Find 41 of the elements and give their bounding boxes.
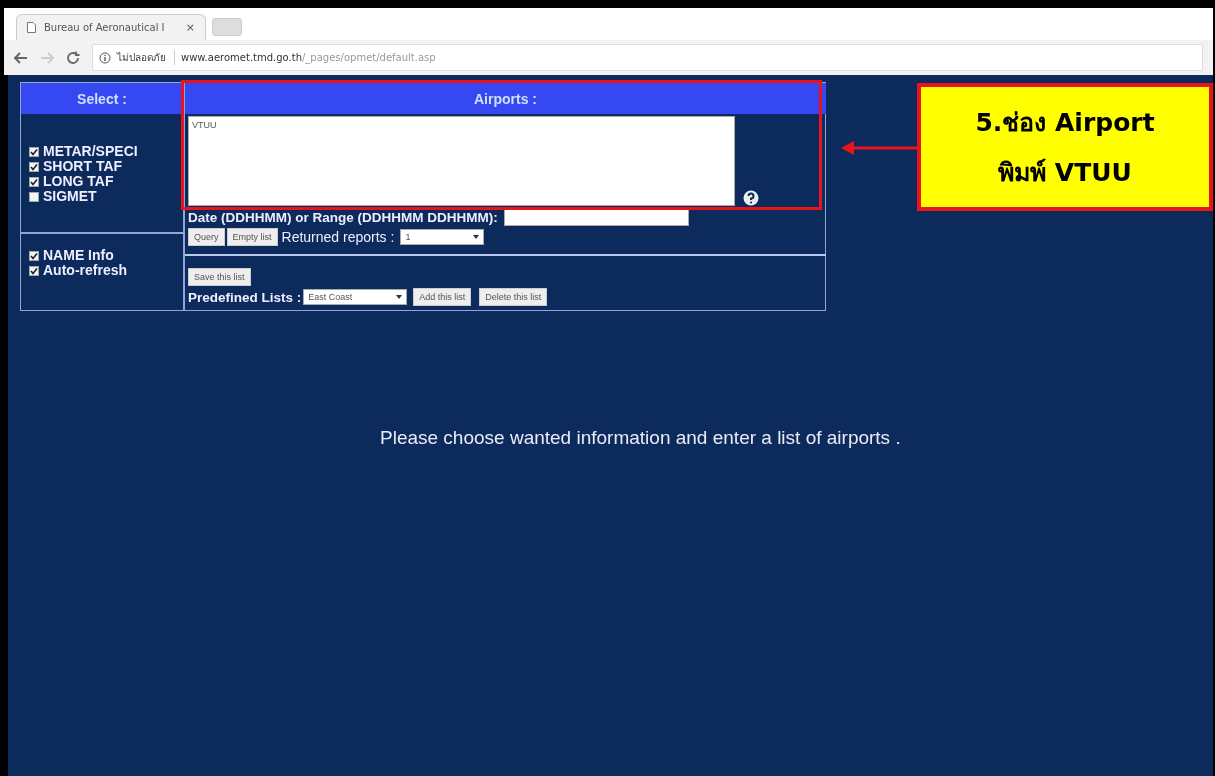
info-icon (99, 51, 111, 64)
checkbox[interactable] (29, 146, 39, 157)
empty-list-button[interactable]: Empty list (226, 228, 278, 246)
checkbox[interactable] (29, 265, 39, 276)
address-bar[interactable]: ไม่ปลอดภัย www.aeromet.tmd.go.th/_pages/opmet/default.asp (92, 44, 1203, 71)
returned-reports-label: Returned reports : (281, 229, 395, 245)
callout-text: 5.ช่อง Airport (975, 107, 1155, 139)
option-label: Auto-refresh (43, 263, 127, 278)
tab-title: Bureau of Aeronautical I (44, 22, 165, 33)
airports-field[interactable]: VTUU (188, 116, 735, 206)
back-icon[interactable] (14, 51, 28, 64)
predefined-lists-select[interactable]: East Coast (303, 289, 408, 305)
column-header: Airports : (185, 83, 826, 114)
option-label: NAME Info (43, 248, 114, 263)
query-button[interactable]: Query (188, 228, 225, 246)
checkbox[interactable] (29, 191, 39, 202)
caret-icon (396, 295, 403, 299)
page-icon (27, 22, 36, 33)
checkbox[interactable] (29, 161, 39, 172)
url-text: www.aeromet.tmd.go.th/_pages/opmet/default.asp (181, 52, 436, 63)
option-label: SIGMET (43, 189, 97, 204)
callout-text: พิมพ์ VTUU (998, 157, 1132, 189)
delete-list-button[interactable]: Delete this list (479, 288, 548, 306)
predefined-lists-label: Predefined Lists : (188, 289, 302, 305)
caret-icon (473, 235, 480, 239)
save-list-button[interactable]: Save this list (188, 268, 251, 286)
close-icon[interactable]: × (185, 21, 195, 34)
option-label: METAR/SPECI (43, 144, 138, 159)
returned-reports-select[interactable]: 1 (400, 229, 485, 245)
option-label: SHORT TAF (43, 159, 123, 174)
security-label: ไม่ปลอดภัย (117, 50, 175, 65)
instruction-message: Please choose wanted information and enter a list of airports . (380, 427, 902, 449)
option-label: LONG TAF (43, 174, 114, 189)
help-icon[interactable] (743, 190, 759, 206)
checkbox[interactable] (29, 250, 39, 261)
browser-tab[interactable]: Bureau of Aeronautical I × (16, 14, 206, 40)
date-label: Date (DDHHMM) or Range (DDHHMM DDHHMM): (188, 209, 498, 225)
column-header: Select : (21, 83, 185, 114)
checkbox[interactable] (29, 176, 39, 187)
add-list-button[interactable]: Add this list (413, 288, 472, 306)
reload-icon[interactable] (66, 50, 80, 65)
